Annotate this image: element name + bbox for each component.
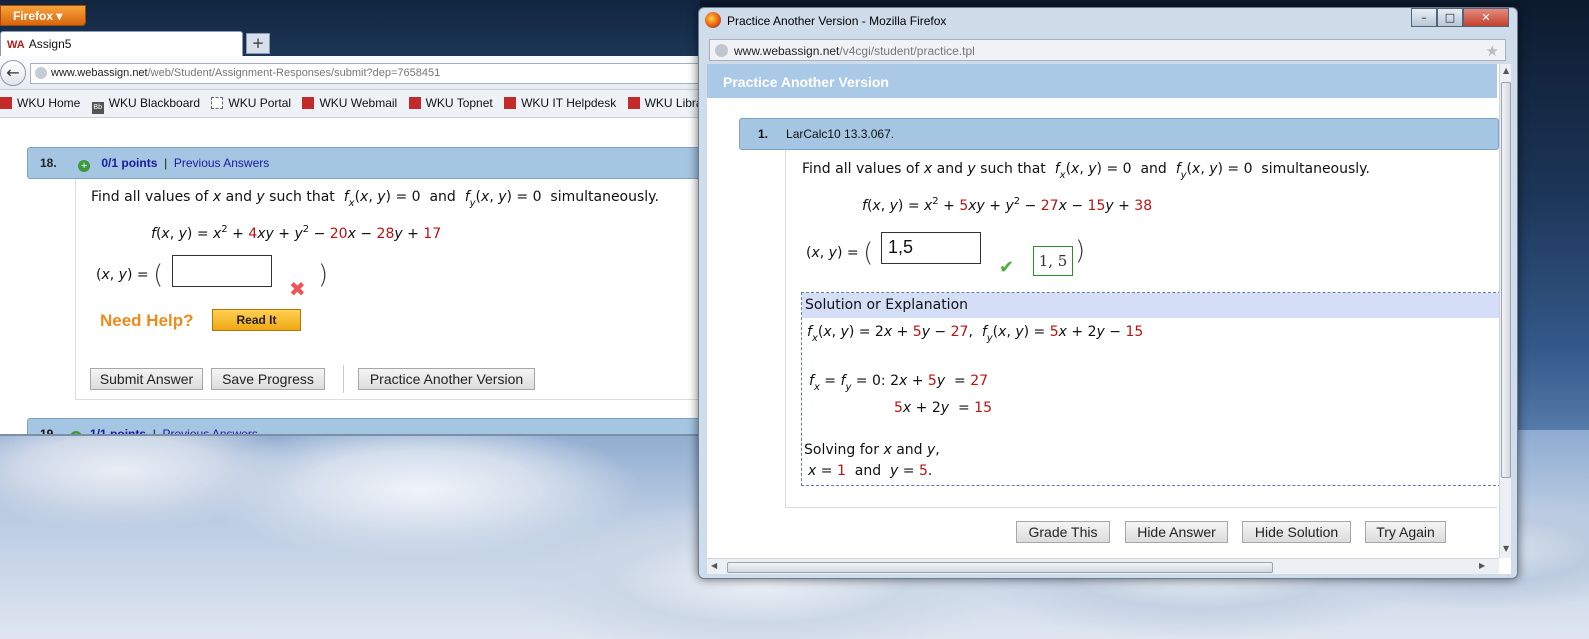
minimize-button[interactable]: – (1411, 8, 1437, 27)
vertical-scroll-thumb[interactable] (1501, 82, 1511, 478)
bookmark-helpdesk[interactable]: WKU IT Helpdesk (504, 90, 624, 110)
bookmark-star-icon[interactable]: ★ (1486, 42, 1499, 60)
globe-icon (715, 44, 728, 57)
url-bar[interactable]: www.webassign.net/web/Student/Assignment… (30, 63, 700, 84)
tab-assign5[interactable]: WA Assign5 (0, 31, 243, 56)
webassign-icon: WA (7, 39, 25, 51)
wku-icon (302, 97, 315, 109)
expand-plus-icon[interactable]: + (78, 160, 91, 172)
scroll-left-icon: ◀ (711, 561, 718, 570)
practice-answer-input[interactable]: 1,5 (881, 232, 981, 264)
practice-function: f(x, y) = x2 + 5xy + y2 − 27x − 15y + 38 (862, 196, 1153, 214)
popup-url-bar[interactable]: www.webassign.net/v4cgi/student/practice… (709, 39, 1506, 61)
need-help-label: Need Help? (100, 311, 194, 330)
save-progress-button[interactable]: Save Progress (211, 368, 325, 390)
try-again-button[interactable]: Try Again (1365, 521, 1446, 543)
globe-icon (35, 67, 47, 79)
hide-answer-button[interactable]: Hide Answer (1125, 521, 1228, 543)
correct-answer-box: 1, 5 (1033, 246, 1073, 276)
solution-result: x = 1 and y = 5. (808, 463, 933, 479)
tab-title: Assign5 (28, 37, 72, 51)
submit-answer-button[interactable]: Submit Answer (90, 368, 203, 390)
horizontal-scroll-thumb[interactable] (727, 562, 1273, 573)
nav-bar: ← www.webassign.net/web/Student/Assignme… (0, 56, 700, 90)
firefox-menu-button[interactable]: Firefox ▾ (0, 5, 86, 26)
next-question-header: 19. +1/1 points | Previous Answers (27, 418, 700, 434)
practice-answer-label: (x, y) = ( (806, 238, 874, 268)
wku-icon (504, 97, 517, 109)
answer-label: (x, y) = ( (96, 260, 164, 290)
solution-panel: Solution or Explanation fx(x, y) = 2x + … (801, 292, 1501, 486)
previous-answers-link[interactable]: Previous Answers (174, 156, 269, 170)
hide-solution-button[interactable]: Hide Solution (1242, 521, 1351, 543)
bookmarks-bar: WKU Home Bb WKU Blackboard WKU Portal WKU… (0, 90, 700, 118)
practice-another-version-button[interactable]: Practice Another Version (358, 368, 535, 390)
page-icon (211, 97, 224, 109)
practice-popup-window: Practice Another Version - Mozilla Firef… (698, 7, 1518, 579)
button-divider (343, 365, 344, 393)
popup-title: Practice Another Version - Mozilla Firef… (705, 12, 946, 28)
bookmark-libraries[interactable]: WKU Libraries (627, 90, 700, 110)
bookmark-webmail[interactable]: WKU Webmail (302, 90, 405, 110)
answer-input[interactable] (172, 255, 272, 287)
bookmark-blackboard[interactable]: Bb WKU Blackboard (91, 90, 208, 114)
webassign-page: 18. + 0/1 points | Previous Answers Find… (0, 119, 700, 434)
solution-equation-1: fx = fy = 0: 2x + 5y = 27 (809, 373, 989, 393)
scroll-right-icon: ▶ (1479, 561, 1486, 570)
question-body: Find all values of x and y such that fx(… (75, 179, 700, 400)
back-button[interactable]: ← (0, 60, 26, 86)
read-it-button[interactable]: Read It (212, 309, 301, 331)
popup-content: Practice Another Version 1. LarCalc10 13.… (707, 64, 1511, 574)
solution-equation-2: 5x + 2y = 15 (894, 400, 992, 416)
solution-heading: Solution or Explanation (802, 293, 1500, 318)
maximize-button[interactable]: □ (1437, 8, 1463, 27)
vertical-scrollbar[interactable]: ▲ ▼ (1499, 64, 1511, 558)
grade-this-button[interactable]: Grade This (1016, 521, 1110, 543)
main-browser-window: Firefox ▾ WA Assign5 + ← www.webassign.ne… (0, 0, 700, 436)
tab-bar: Firefox ▾ WA Assign5 + (0, 0, 700, 56)
solution-partials: fx(x, y) = 2x + 5y − 27, fy(x, y) = 5x +… (807, 324, 1144, 344)
new-tab-button[interactable]: + (246, 33, 270, 54)
correct-check-icon: ✔ (999, 257, 1015, 278)
practice-prompt: Find all values of x and y such that fx(… (802, 161, 1370, 181)
practice-question-header: 1. LarCalc10 13.3.067. (739, 118, 1499, 150)
horizontal-scrollbar[interactable]: ◀ ▶ (707, 558, 1499, 574)
function-definition: f(x, y) = x2 + 4xy + y2 − 20x − 28y + 17 (151, 224, 442, 242)
firefox-icon (705, 12, 721, 28)
wku-icon (0, 97, 12, 109)
question-header: 18. + 0/1 points | Previous Answers (27, 147, 700, 179)
question-prompt: Find all values of x and y such that fx(… (91, 189, 659, 209)
practice-header: Practice Another Version (707, 64, 1497, 98)
expand-plus-icon[interactable]: + (70, 431, 83, 434)
bookmark-portal[interactable]: WKU Portal (211, 90, 299, 110)
solution-solving-text: Solving for x and y, (804, 442, 940, 458)
scroll-up-icon: ▲ (1503, 66, 1510, 75)
bookmark-wku-home[interactable]: WKU Home (0, 90, 88, 110)
close-button[interactable]: ✕ (1463, 8, 1509, 27)
incorrect-x-icon: ✖ (289, 277, 306, 301)
blackboard-icon: Bb (91, 102, 104, 114)
bookmark-topnet[interactable]: WKU Topnet (408, 90, 501, 110)
wku-icon (408, 97, 421, 109)
wku-icon (627, 97, 640, 109)
scroll-down-icon: ▼ (1503, 544, 1510, 553)
